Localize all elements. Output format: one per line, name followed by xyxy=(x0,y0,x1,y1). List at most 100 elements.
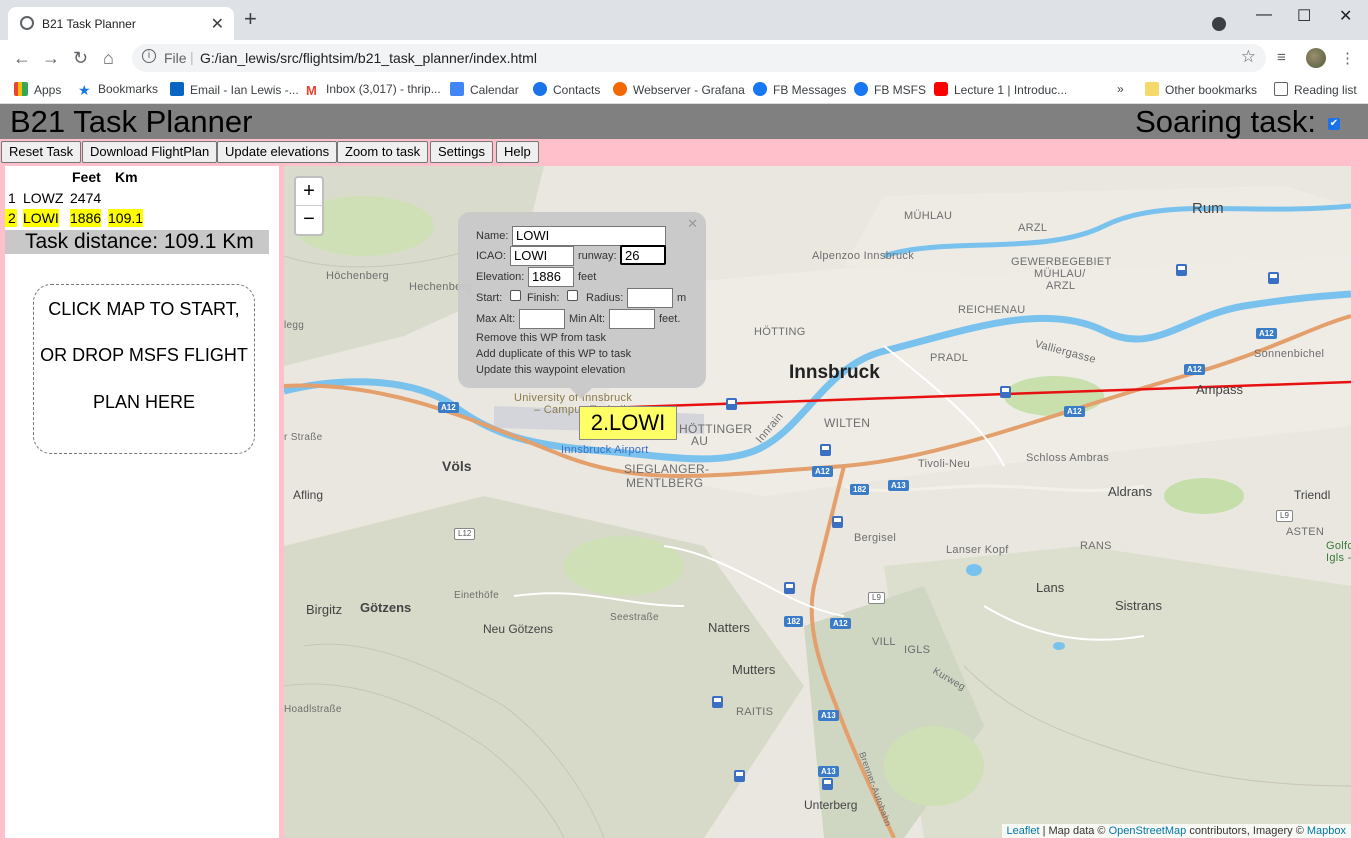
url-scheme: File xyxy=(164,50,187,66)
bookmark-fb-msfs[interactable]: FB MSFS xyxy=(854,82,926,97)
address-bar[interactable]: i File | G:/ian_lewis/src/flightsim/b21_… xyxy=(132,44,1266,72)
reload-icon[interactable]: ↻ xyxy=(73,48,88,69)
zoom-control: + − xyxy=(294,176,324,236)
forward-icon[interactable]: → xyxy=(42,48,60,69)
task-distance: Task distance: 109.1 Km xyxy=(5,230,269,254)
name-field[interactable]: LOWI xyxy=(512,226,666,246)
update-elevation-link[interactable]: Update this waypoint elevation xyxy=(476,364,625,376)
dropzone-line: PLAN HERE xyxy=(92,392,196,412)
map[interactable]: Innsbruck Rum MÜHLAU ARZL Alpenzoo Innsb… xyxy=(284,166,1351,838)
bookmark-grafana[interactable]: Webserver - Grafana xyxy=(613,82,745,97)
map-label-golfclub: Golfc xyxy=(1326,540,1351,552)
help-button[interactable]: Help xyxy=(496,141,539,163)
download-flightplan-button[interactable]: Download FlightPlan xyxy=(82,141,218,163)
map-label-wilten: WILTEN xyxy=(824,416,871,430)
new-tab-button[interactable]: + xyxy=(244,8,257,30)
map-label-schloss-ambras: Schloss Ambras xyxy=(1026,452,1110,464)
reset-task-button[interactable]: Reset Task xyxy=(1,141,82,163)
app-header: B21 Task Planner Soaring task: ✔ xyxy=(0,104,1368,139)
tab-search-icon[interactable] xyxy=(1212,17,1226,31)
update-elevations-button[interactable]: Update elevations xyxy=(217,141,338,163)
tab-title: B21 Task Planner xyxy=(42,17,136,31)
drop-zone[interactable]: CLICK MAP TO START, OR DROP MSFS FLIGHT … xyxy=(33,284,255,454)
bookmark-calendar[interactable]: Calendar xyxy=(450,82,519,97)
bookmark-apps[interactable]: Apps xyxy=(14,82,61,97)
zoom-out-button[interactable]: − xyxy=(296,206,322,234)
url-text[interactable]: G:/ian_lewis/src/flightsim/b21_task_plan… xyxy=(200,50,537,66)
icao-field[interactable]: LOWI xyxy=(510,246,574,266)
bookmark-bookmarks[interactable]: ★ Bookmarks xyxy=(78,82,158,97)
reading-list[interactable]: Reading list xyxy=(1274,82,1357,97)
leaflet-link[interactable]: Leaflet xyxy=(1007,825,1040,837)
start-checkbox[interactable] xyxy=(510,290,521,301)
bookmark-email[interactable]: Email - Ian Lewis -... xyxy=(170,82,299,97)
max-alt-field[interactable] xyxy=(519,309,565,329)
max-alt-label: Max Alt: xyxy=(476,313,516,325)
maximize-icon[interactable]: ☐ xyxy=(1297,6,1311,26)
apps-icon xyxy=(14,82,28,96)
map-label-mutters: Mutters xyxy=(732,662,776,677)
wp-km: 109.1 xyxy=(108,209,144,227)
map-label-gewerbe: ARZL xyxy=(1046,280,1076,292)
road-shield: A13 xyxy=(818,710,839,721)
star-icon: ★ xyxy=(78,82,91,98)
bus-stop-icon xyxy=(1000,386,1011,398)
browser-tab[interactable]: B21 Task Planner ✕ xyxy=(8,7,234,40)
minimize-icon[interactable]: — xyxy=(1256,6,1272,24)
osm-link[interactable]: OpenStreetMap xyxy=(1109,825,1187,837)
remove-wp-link[interactable]: Remove this WP from task xyxy=(476,332,606,344)
back-icon[interactable]: ← xyxy=(13,48,31,69)
road-shield: A12 xyxy=(830,618,851,629)
close-tab-icon[interactable]: ✕ xyxy=(211,14,224,34)
bookmark-fb-messages[interactable]: FB Messages xyxy=(753,82,846,97)
soaring-task-checkbox[interactable]: ✔ xyxy=(1328,118,1340,130)
zoom-in-button[interactable]: + xyxy=(296,178,322,206)
road-shield: 182 xyxy=(850,484,870,495)
app-page: B21 Task Planner Soaring task: ✔ Reset T… xyxy=(0,104,1368,852)
wp-name[interactable]: LOWZ xyxy=(23,189,63,207)
wp-num: 1 xyxy=(8,190,16,206)
finish-checkbox[interactable] xyxy=(567,290,578,301)
dropzone-line: OR DROP MSFS FLIGHT xyxy=(40,345,248,365)
radius-field[interactable] xyxy=(627,288,673,308)
bookmark-lecture[interactable]: Lecture 1 | Introduc... xyxy=(934,82,1067,97)
media-icon[interactable]: ≡ xyxy=(1277,49,1286,66)
bookmarks-overflow[interactable]: » xyxy=(1117,82,1124,96)
map-label-alpenzoo: Alpenzoo Innsbruck xyxy=(812,250,915,262)
map-label-neu-gotzens: Neu Götzens xyxy=(483,622,554,636)
elevation-field[interactable]: 1886 xyxy=(528,267,574,287)
globe-icon xyxy=(20,16,34,30)
map-label-rum: Rum xyxy=(1192,200,1224,217)
bus-stop-icon xyxy=(726,398,737,410)
home-icon[interactable]: ⌂ xyxy=(103,48,114,69)
radius-label: Radius: xyxy=(586,292,624,304)
map-label-legg: legg xyxy=(284,320,305,331)
waypoint-marker-label[interactable]: 2.LOWI xyxy=(579,406,677,440)
map-label-pradl: PRADL xyxy=(930,352,969,364)
menu-icon[interactable]: ⋮ xyxy=(1340,49,1355,67)
facebook-icon xyxy=(753,82,767,96)
bookmark-contacts[interactable]: Contacts xyxy=(533,82,600,97)
duplicate-wp-link[interactable]: Add duplicate of this WP to task xyxy=(476,348,631,360)
map-label-birgitz: Birgitz xyxy=(306,602,343,617)
settings-button[interactable]: Settings xyxy=(430,141,493,163)
info-icon[interactable]: i xyxy=(142,49,156,63)
finish-label: Finish: xyxy=(527,292,560,304)
map-label-afling: Afling xyxy=(293,488,324,502)
wp-name[interactable]: LOWI xyxy=(23,209,59,227)
popup-close-icon[interactable]: ✕ xyxy=(687,216,698,232)
close-window-icon[interactable]: ✕ xyxy=(1339,6,1352,26)
zoom-to-task-button[interactable]: Zoom to task xyxy=(337,141,429,163)
map-label-reichenau: REICHENAU xyxy=(958,304,1026,316)
bus-stop-icon xyxy=(820,444,831,456)
bookmark-other[interactable]: Other bookmarks xyxy=(1145,82,1257,97)
mapbox-link[interactable]: Mapbox xyxy=(1307,825,1346,837)
road-shield: A12 xyxy=(1064,406,1085,417)
profile-avatar[interactable] xyxy=(1306,48,1326,68)
min-alt-field[interactable] xyxy=(609,309,655,329)
bookmark-star-icon[interactable]: ☆ xyxy=(1241,47,1256,67)
map-label-bergisel: Bergisel xyxy=(854,532,897,544)
bookmark-inbox[interactable]: M Inbox (3,017) - thrip... xyxy=(306,82,441,98)
map-label-hotting: HÖTTING xyxy=(754,326,806,338)
runway-field[interactable]: 26 xyxy=(620,245,666,265)
